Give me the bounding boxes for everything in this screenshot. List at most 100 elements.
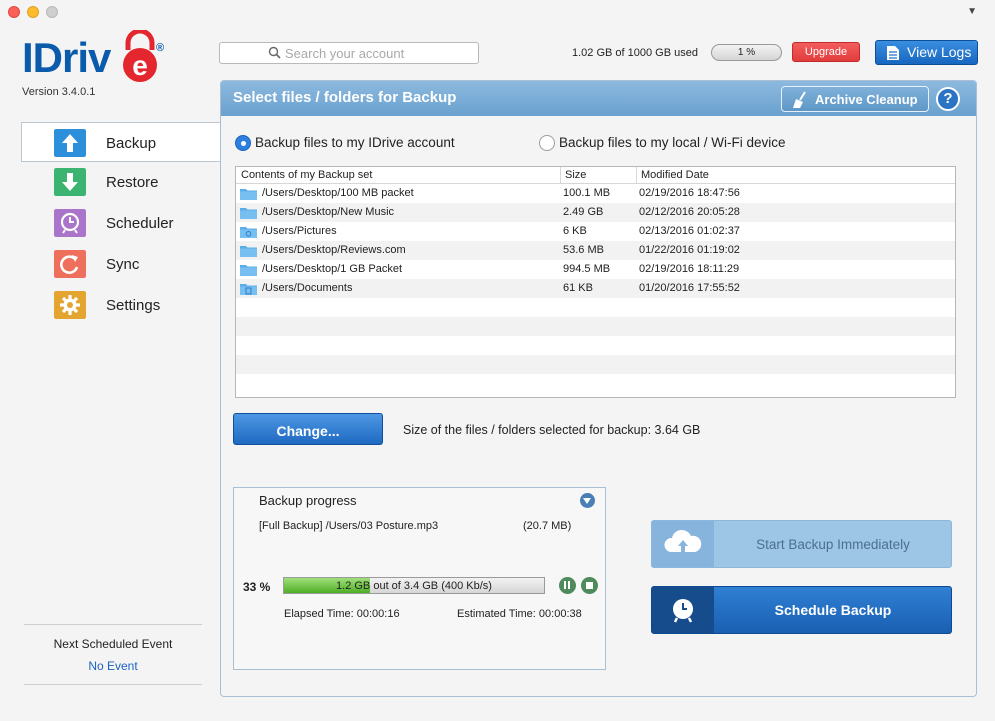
table-header: Contents of my Backup set Size Modified … [236, 167, 955, 184]
folder-icon [240, 189, 257, 200]
row-path: /Users/Desktop/Reviews.com [262, 244, 406, 256]
change-label: Change... [276, 423, 340, 439]
help-button[interactable]: ? [936, 87, 960, 111]
panel-title: Select files / folders for Backup [233, 89, 457, 106]
upgrade-button[interactable]: Upgrade [792, 42, 860, 62]
logo-lock-e-icon: e [123, 30, 157, 82]
account-search-box[interactable] [219, 42, 479, 64]
collapse-chevron-icon[interactable] [580, 493, 595, 508]
stop-button[interactable] [581, 577, 598, 594]
column-header-modified-date[interactable]: Modified Date [641, 169, 709, 181]
empty-table-row [236, 298, 955, 317]
table-row[interactable]: /Users/Documents 61 KB 01/20/2016 17:55:… [236, 279, 955, 298]
upload-arrow-icon [54, 129, 86, 157]
sidebar-item-label: Settings [106, 297, 161, 314]
sync-icon [54, 250, 86, 278]
document-folder-icon [240, 284, 257, 295]
clock-icon [673, 599, 693, 623]
minimize-window-button[interactable] [27, 6, 39, 18]
empty-table-row [236, 336, 955, 355]
column-divider[interactable] [560, 167, 561, 184]
document-icon [887, 46, 899, 60]
backup-panel: Select files / folders for Backup Archiv… [220, 80, 977, 697]
row-path: /Users/Desktop/1 GB Packet [262, 263, 402, 275]
archive-cleanup-label: Archive Cleanup [815, 92, 918, 107]
column-header-contents[interactable]: Contents of my Backup set [241, 169, 372, 181]
app-version: Version 3.4.0.1 [22, 86, 96, 98]
start-backup-immediately-button[interactable]: Start Backup Immediately [651, 520, 952, 568]
window-menu-chevron-icon[interactable]: ▼ [967, 6, 977, 17]
table-row[interactable]: /Users/Desktop/Reviews.com 53.6 MB 01/22… [236, 241, 955, 260]
start-backup-label: Start Backup Immediately [756, 537, 910, 552]
row-size: 994.5 MB [563, 263, 611, 275]
table-row[interactable]: /Users/Desktop/100 MB packet 100.1 MB 02… [236, 184, 955, 203]
row-path: /Users/Desktop/New Music [262, 206, 395, 218]
progress-percent: 33 % [243, 580, 271, 594]
folder-icon [240, 246, 257, 257]
window-titlebar: ▼ [0, 0, 995, 24]
backup-set-table[interactable]: Contents of my Backup set Size Modified … [235, 166, 956, 398]
sidebar-item-scheduler[interactable]: Scheduler [22, 203, 221, 243]
search-input[interactable] [285, 46, 470, 61]
sidebar-item-backup[interactable]: Backup [21, 122, 220, 162]
current-file-size: (20.7 MB) [523, 520, 572, 532]
sidebar-item-label: Sync [106, 256, 140, 273]
row-date: 02/12/2016 20:05:28 [639, 206, 740, 218]
schedule-backup-label: Schedule Backup [774, 602, 892, 618]
table-row[interactable]: /Users/Desktop/1 GB Packet 994.5 MB 02/1… [236, 260, 955, 279]
table-row[interactable]: /Users/Desktop/New Music 2.49 GB 02/12/2… [236, 203, 955, 222]
radio-label: Backup files to my IDrive account [255, 135, 455, 150]
next-event-title: Next Scheduled Event [53, 637, 173, 651]
button-icon-zone [652, 521, 714, 567]
row-date: 01/22/2016 01:19:02 [639, 244, 740, 256]
download-arrow-icon [54, 168, 86, 196]
next-scheduled-event: Next Scheduled Event No Event [24, 624, 202, 685]
column-divider[interactable] [636, 167, 637, 184]
empty-table-row [236, 355, 955, 374]
cloud-upload-icon [664, 529, 702, 552]
folder-icon [240, 208, 257, 219]
empty-table-row [236, 317, 955, 336]
row-date: 02/13/2016 01:02:37 [639, 225, 740, 237]
logo-wordmark: IDriv [22, 34, 111, 81]
camera-folder-icon [240, 227, 257, 238]
column-header-size[interactable]: Size [565, 169, 586, 181]
selected-size-text: Size of the files / folders selected for… [403, 423, 701, 437]
estimated-time: Estimated Time: 00:00:38 [457, 608, 582, 620]
change-selection-button[interactable]: Change... [233, 413, 383, 445]
view-logs-label: View Logs [907, 44, 972, 60]
search-icon [268, 46, 281, 59]
row-path: /Users/Documents [262, 282, 353, 294]
schedule-backup-button[interactable]: Schedule Backup [651, 586, 952, 634]
radio-label: Backup files to my local / Wi-Fi device [559, 135, 786, 150]
gear-icon [54, 291, 86, 319]
clock-icon [54, 209, 86, 237]
radio-unselected-indicator [539, 135, 555, 151]
row-size: 2.49 GB [563, 206, 604, 218]
backup-progress-bar: 1.2 GB out of 3.4 GB (400 Kb/s) [283, 577, 545, 594]
row-size: 6 KB [563, 225, 587, 237]
archive-cleanup-button[interactable]: Archive Cleanup [781, 86, 929, 112]
row-date: 01/20/2016 17:55:52 [639, 282, 740, 294]
progress-bar-text: 1.2 GB out of 3.4 GB (400 Kb/s) [336, 580, 492, 592]
sidebar-item-label: Backup [106, 135, 157, 152]
row-date: 02/19/2016 18:47:56 [639, 187, 740, 199]
view-logs-button[interactable]: View Logs [875, 40, 978, 65]
close-window-button[interactable] [8, 6, 20, 18]
button-icon-zone [652, 587, 714, 633]
sidebar-item-restore[interactable]: Restore [22, 162, 221, 202]
next-event-value[interactable]: No Event [24, 659, 202, 673]
panel-header: Select files / folders for Backup Archiv… [221, 81, 976, 116]
table-row[interactable]: /Users/Pictures 6 KB 02/13/2016 01:02:37 [236, 222, 955, 241]
sidebar-item-label: Restore [106, 174, 159, 191]
zoom-window-button[interactable] [46, 6, 58, 18]
pause-button[interactable] [559, 577, 576, 594]
row-date: 02/19/2016 18:11:29 [639, 263, 740, 275]
sidebar-item-settings[interactable]: Settings [22, 285, 221, 325]
radio-selected-indicator [235, 135, 251, 151]
row-path: /Users/Desktop/100 MB packet [262, 187, 414, 199]
folder-icon [240, 265, 257, 276]
backup-progress-title: Backup progress [259, 493, 357, 508]
row-size: 100.1 MB [563, 187, 611, 199]
sidebar-item-sync[interactable]: Sync [22, 244, 221, 284]
